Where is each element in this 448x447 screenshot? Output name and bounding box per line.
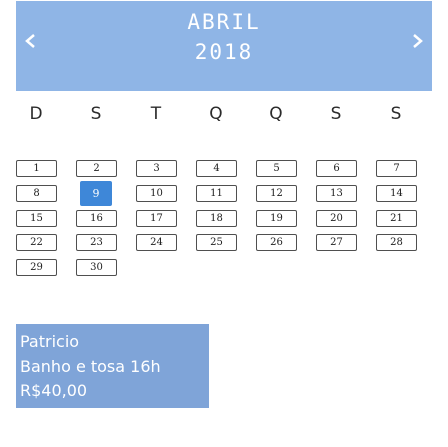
day-cell-27[interactable]: 27 (316, 234, 357, 251)
day-cell-4[interactable]: 4 (196, 160, 237, 177)
day-cell-11[interactable]: 11 (196, 185, 237, 202)
day-cell-30[interactable]: 30 (76, 259, 117, 276)
day-cell-18[interactable]: 18 (196, 210, 237, 227)
day-cell-17[interactable]: 17 (136, 210, 177, 227)
day-cell-12[interactable]: 12 (256, 185, 297, 202)
day-cell-26[interactable]: 26 (256, 234, 297, 251)
day-cell-28[interactable]: 28 (376, 234, 417, 251)
day-cell-24[interactable]: 24 (136, 234, 177, 251)
day-cell-15[interactable]: 15 (16, 210, 57, 227)
day-cell-9[interactable]: 9 (80, 181, 112, 206)
day-cell-21[interactable]: 21 (376, 210, 417, 227)
day-cell-1[interactable]: 1 (16, 160, 57, 177)
event-price: R$40,00 (20, 381, 88, 400)
day-cell-5[interactable]: 5 (256, 160, 297, 177)
day-cell-23[interactable]: 23 (76, 234, 117, 251)
day-cell-29[interactable]: 29 (16, 259, 57, 276)
day-cell-14[interactable]: 14 (376, 185, 417, 202)
day-cell-13[interactable]: 13 (316, 185, 357, 202)
day-cell-6[interactable]: 6 (316, 160, 357, 177)
day-cell-2[interactable]: 2 (76, 160, 117, 177)
day-cell-19[interactable]: 19 (256, 210, 297, 227)
days-grid: 1 2 3 4 5 6 7 8 9 10 11 12 13 14 15 16 17 18 19 20 21 22 23 24 2… (0, 0, 448, 320)
day-cell-25[interactable]: 25 (196, 234, 237, 251)
event-title: Patricio (20, 332, 80, 351)
day-cell-8[interactable]: 8 (16, 185, 57, 202)
day-cell-22[interactable]: 22 (16, 234, 57, 251)
event-description: Banho e tosa 16h (20, 357, 161, 376)
day-cell-3[interactable]: 3 (136, 160, 177, 177)
day-cell-20[interactable]: 20 (316, 210, 357, 227)
event-card[interactable]: Patricio Banho e tosa 16h R$40,00 (16, 324, 209, 408)
day-cell-10[interactable]: 10 (136, 185, 177, 202)
day-cell-16[interactable]: 16 (76, 210, 117, 227)
day-cell-7[interactable]: 7 (376, 160, 417, 177)
